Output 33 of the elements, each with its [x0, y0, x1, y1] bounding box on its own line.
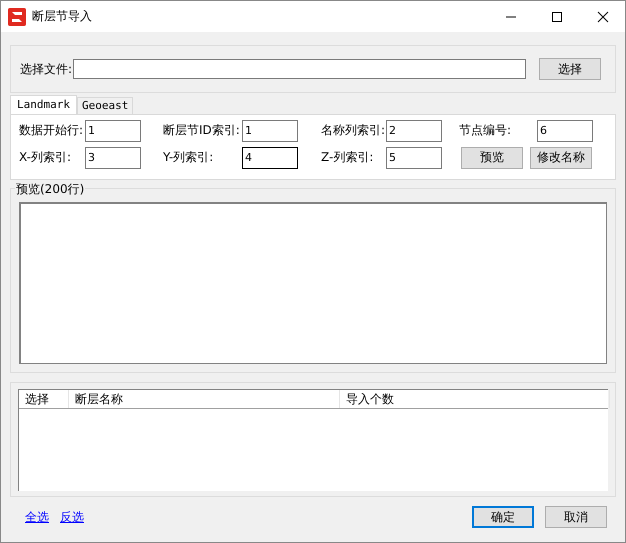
index-field[interactable]: 1	[242, 120, 298, 142]
field-label: 断层节ID索引:	[163, 122, 241, 139]
index-field[interactable]: 2	[386, 120, 442, 142]
tab[interactable]: Geoeast	[76, 97, 134, 114]
field-label: 节点编号:	[459, 122, 512, 139]
maximize-icon[interactable]	[551, 10, 563, 22]
index-field[interactable]: 1	[85, 120, 141, 142]
file-label: 选择文件:	[20, 60, 72, 78]
index-field[interactable]: 5	[386, 146, 442, 168]
column-header[interactable]: 选择	[19, 390, 69, 408]
field-label: Z-列索引:	[321, 149, 374, 166]
close-icon[interactable]	[597, 10, 609, 22]
column-header[interactable]: 断层名称	[69, 390, 340, 408]
index-field[interactable]: 3	[85, 146, 141, 168]
file-path-field[interactable]	[73, 59, 526, 79]
app-logo-icon	[8, 8, 26, 26]
choose-button[interactable]: 选择	[539, 58, 601, 80]
dialog-button[interactable]: 取消	[545, 506, 607, 528]
select-link[interactable]: 全选	[25, 508, 49, 526]
field-label: 名称列索引:	[321, 122, 386, 139]
column-header[interactable]: 导入个数	[340, 390, 610, 408]
index-field[interactable]: 6	[537, 120, 593, 142]
tab[interactable]: Landmark	[10, 95, 77, 114]
select-link[interactable]: 反选	[60, 508, 84, 526]
field-label: Y-列索引:	[163, 149, 214, 166]
window-title: 断层节导入	[32, 8, 92, 25]
index-field[interactable]: 4	[242, 146, 298, 168]
panel-button[interactable]: 预览	[461, 146, 523, 168]
dialog-button[interactable]: 确定	[472, 506, 534, 528]
preview-title: 预览(200行)	[15, 181, 86, 198]
field-label: 数据开始行:	[19, 122, 84, 139]
field-label: X-列索引:	[19, 149, 72, 166]
panel-button[interactable]: 修改名称	[530, 146, 592, 168]
